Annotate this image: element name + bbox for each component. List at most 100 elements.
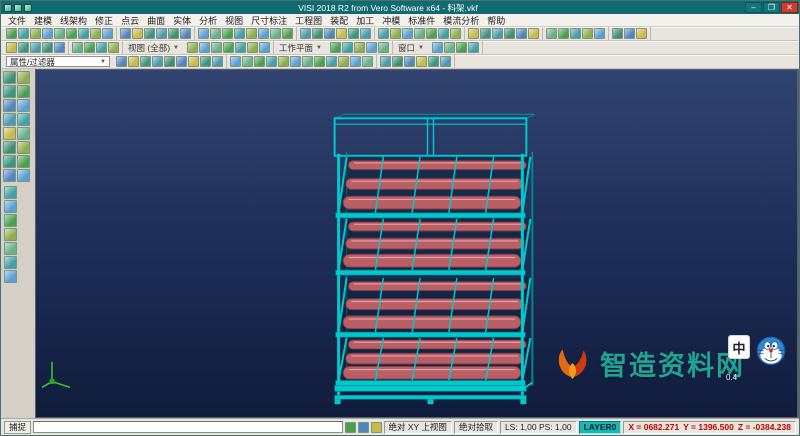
toolbar-icon[interactable] bbox=[211, 42, 222, 53]
sidebar-tool-icon[interactable] bbox=[3, 113, 16, 126]
toolbar-icon[interactable] bbox=[72, 42, 83, 53]
sidebar-tool-icon[interactable] bbox=[4, 256, 17, 269]
toolbar-icon[interactable] bbox=[258, 28, 269, 39]
toolbar-icon[interactable] bbox=[348, 28, 359, 39]
toolbar-icon[interactable] bbox=[558, 28, 569, 39]
sidebar-tool-icon[interactable] bbox=[3, 141, 16, 154]
menu-item-11[interactable]: 装配 bbox=[326, 14, 352, 27]
minimize-button[interactable]: – bbox=[745, 2, 762, 13]
toolbar-icon[interactable] bbox=[612, 28, 623, 39]
toolbar-icon[interactable] bbox=[354, 42, 365, 53]
toolbar-icon[interactable] bbox=[582, 28, 593, 39]
sidebar-tool-icon[interactable] bbox=[3, 169, 16, 182]
sidebar-tool-icon[interactable] bbox=[17, 169, 30, 182]
toolbar-icon[interactable] bbox=[302, 56, 313, 67]
toolbar-icon[interactable] bbox=[270, 28, 281, 39]
toolbar-icon[interactable] bbox=[120, 28, 131, 39]
sidebar-tool-icon[interactable] bbox=[17, 85, 30, 98]
sidebar-tool-icon[interactable] bbox=[17, 99, 30, 112]
toolbar-icon[interactable] bbox=[314, 56, 325, 67]
toolbar-icon[interactable] bbox=[6, 28, 17, 39]
menu-item-10[interactable]: 工程图 bbox=[291, 14, 326, 27]
sidebar-tool-icon[interactable] bbox=[4, 200, 17, 213]
toolbar-icon[interactable] bbox=[426, 28, 437, 39]
toolbar-icon[interactable] bbox=[234, 28, 245, 39]
sidebar-tool-icon[interactable] bbox=[3, 85, 16, 98]
pick-mode-indicator[interactable]: 绝对拾取 bbox=[454, 421, 498, 434]
toolbar-icon[interactable] bbox=[594, 28, 605, 39]
sidebar-tool-icon[interactable] bbox=[4, 242, 17, 255]
menu-item-16[interactable]: 帮助 bbox=[483, 14, 509, 27]
toolbar-icon[interactable] bbox=[636, 28, 647, 39]
command-input[interactable] bbox=[33, 421, 343, 433]
toolbar-icon[interactable] bbox=[416, 56, 427, 67]
toolbar-icon[interactable] bbox=[290, 56, 301, 67]
sidebar-tool-icon[interactable] bbox=[4, 186, 17, 199]
layer-tool-icon[interactable] bbox=[371, 422, 382, 433]
toolbar-icon[interactable] bbox=[30, 42, 41, 53]
toolbar-section-label[interactable]: 工作平面▼ bbox=[274, 42, 327, 54]
3d-viewport[interactable]: 智造资料网 中 bbox=[35, 69, 799, 418]
toolbar-icon[interactable] bbox=[362, 56, 373, 67]
menu-item-2[interactable]: 线架构 bbox=[56, 14, 91, 27]
maximize-button[interactable]: ❐ bbox=[763, 2, 780, 13]
toolbar-icon[interactable] bbox=[180, 28, 191, 39]
filter-dropdown[interactable]: 属性/过滤器▼ bbox=[6, 56, 110, 67]
save-icon[interactable] bbox=[14, 4, 22, 12]
menu-item-4[interactable]: 点云 bbox=[117, 14, 143, 27]
toolbar-icon[interactable] bbox=[78, 28, 89, 39]
sidebar-tool-icon[interactable] bbox=[17, 113, 30, 126]
toolbar-icon[interactable] bbox=[468, 42, 479, 53]
toolbar-icon[interactable] bbox=[504, 28, 515, 39]
toolbar-icon[interactable] bbox=[54, 28, 65, 39]
toolbar-icon[interactable] bbox=[324, 28, 335, 39]
toolbar-icon[interactable] bbox=[200, 56, 211, 67]
toolbar-icon[interactable] bbox=[210, 28, 221, 39]
toolbar-icon[interactable] bbox=[440, 56, 451, 67]
toolbar-icon[interactable] bbox=[223, 42, 234, 53]
toolbar-icon[interactable] bbox=[360, 28, 371, 39]
toolbar-icon[interactable] bbox=[570, 28, 581, 39]
toolbar-icon[interactable] bbox=[144, 28, 155, 39]
color-tool-icon[interactable] bbox=[345, 422, 356, 433]
toolbar-icon[interactable] bbox=[350, 56, 361, 67]
sidebar-tool-icon[interactable] bbox=[4, 214, 17, 227]
toolbar-icon[interactable] bbox=[378, 42, 389, 53]
snap-button[interactable]: 捕捉 bbox=[4, 421, 31, 434]
menu-item-0[interactable]: 文件 bbox=[4, 14, 30, 27]
toolbar-icon[interactable] bbox=[152, 56, 163, 67]
sidebar-tool-icon[interactable] bbox=[3, 127, 16, 140]
active-layer-badge[interactable]: LAYER0 bbox=[579, 421, 622, 434]
toolbar-icon[interactable] bbox=[132, 28, 143, 39]
toolbar-icon[interactable] bbox=[198, 28, 209, 39]
menu-item-12[interactable]: 加工 bbox=[352, 14, 378, 27]
toolbar-icon[interactable] bbox=[402, 28, 413, 39]
toolbar-icon[interactable] bbox=[222, 28, 233, 39]
toolbar-icon[interactable] bbox=[212, 56, 223, 67]
toolbar-section-label[interactable]: 窗口▼ bbox=[393, 42, 429, 54]
menu-item-5[interactable]: 曲面 bbox=[143, 14, 169, 27]
toolbar-icon[interactable] bbox=[380, 56, 391, 67]
toolbar-icon[interactable] bbox=[438, 28, 449, 39]
toolbar-icon[interactable] bbox=[404, 56, 415, 67]
toolbar-icon[interactable] bbox=[18, 42, 29, 53]
sidebar-tool-icon[interactable] bbox=[17, 127, 30, 140]
toolbar-icon[interactable] bbox=[66, 28, 77, 39]
toolbar-icon[interactable] bbox=[242, 56, 253, 67]
toolbar-icon[interactable] bbox=[140, 56, 151, 67]
toolbar-icon[interactable] bbox=[338, 56, 349, 67]
toolbar-icon[interactable] bbox=[432, 42, 443, 53]
toolbar-icon[interactable] bbox=[42, 28, 53, 39]
sidebar-tool-icon[interactable] bbox=[4, 228, 17, 241]
toolbar-icon[interactable] bbox=[102, 28, 113, 39]
sidebar-tool-icon[interactable] bbox=[3, 155, 16, 168]
toolbar-icon[interactable] bbox=[230, 56, 241, 67]
toolbar-icon[interactable] bbox=[312, 28, 323, 39]
toolbar-icon[interactable] bbox=[84, 42, 95, 53]
toolbar-icon[interactable] bbox=[330, 42, 341, 53]
sidebar-tool-icon[interactable] bbox=[3, 99, 16, 112]
toolbar-icon[interactable] bbox=[480, 28, 491, 39]
toolbar-icon[interactable] bbox=[116, 56, 127, 67]
toolbar-icon[interactable] bbox=[624, 28, 635, 39]
toolbar-icon[interactable] bbox=[254, 56, 265, 67]
